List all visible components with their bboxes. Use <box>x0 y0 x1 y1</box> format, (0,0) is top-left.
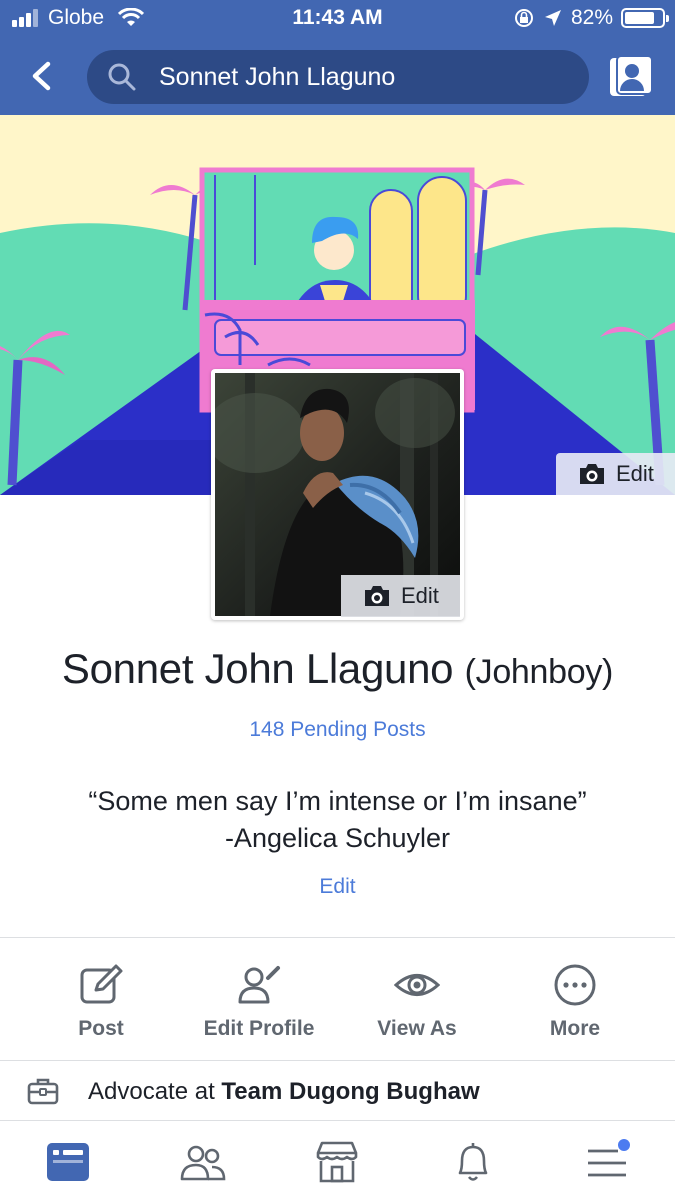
eye-icon <box>394 974 440 996</box>
bio: “Some men say I’m intense or I’m insane”… <box>0 783 675 857</box>
camera-icon <box>365 586 389 606</box>
post-label: Post <box>78 1017 124 1040</box>
search-input[interactable]: Sonnet John Llaguno <box>87 50 589 104</box>
more-button[interactable]: More <box>495 955 655 1041</box>
edit-user-icon <box>238 966 280 1004</box>
edit-profile-picture-button[interactable]: Edit <box>341 575 460 617</box>
compose-icon <box>80 964 123 1004</box>
back-arrow-icon[interactable] <box>22 56 62 96</box>
profile-picture[interactable]: Edit <box>211 369 464 620</box>
bio-line-2: -Angelica Schuyler <box>224 823 451 853</box>
post-button[interactable]: Post <box>21 955 181 1041</box>
more-label: More <box>549 1017 601 1040</box>
work-prefix: Advocate at <box>88 1078 222 1105</box>
news-feed-icon[interactable] <box>43 1137 93 1187</box>
top-bar: Globe 11:43 AM 82% Sonnet John Llaguno <box>0 0 675 115</box>
edit-bio-link[interactable]: Edit <box>0 875 675 899</box>
bio-line-1: “Some men say I’m intense or I’m insane” <box>88 786 587 816</box>
camera-icon <box>580 464 604 484</box>
rotation-lock-icon <box>514 9 533 27</box>
divider <box>0 1060 675 1061</box>
edit-profile-button[interactable]: Edit Profile <box>179 955 339 1041</box>
edit-cover-button[interactable]: Edit <box>556 453 675 495</box>
bell-icon[interactable] <box>448 1137 498 1187</box>
nickname: (Johnboy) <box>464 653 614 691</box>
menu-notification-dot <box>618 1139 630 1151</box>
friends-icon[interactable] <box>178 1137 228 1187</box>
marketplace-icon[interactable] <box>312 1137 362 1187</box>
bottom-tab-bar <box>0 1120 675 1200</box>
edit-profile-picture-label: Edit <box>401 583 439 608</box>
menu-icon[interactable] <box>582 1137 632 1187</box>
view-as-button[interactable]: View As <box>337 955 497 1041</box>
briefcase-icon <box>27 1078 59 1105</box>
work-info[interactable]: Advocate at Team Dugong Bughaw <box>0 1073 675 1113</box>
edit-cover-label: Edit <box>616 461 654 486</box>
battery-percentage: 82% <box>570 6 613 29</box>
battery-icon <box>621 8 669 28</box>
search-query: Sonnet John Llaguno <box>159 62 396 91</box>
view-as-label: View As <box>377 1017 457 1040</box>
profile-name: Sonnet John Llaguno (Johnboy) <box>0 645 675 693</box>
divider <box>0 937 675 938</box>
location-arrow-icon <box>544 10 561 26</box>
status-bar: Globe 11:43 AM 82% <box>0 0 675 38</box>
work-org: Team Dugong Bughaw <box>221 1078 480 1105</box>
profile-card-icon[interactable] <box>608 54 654 100</box>
search-icon <box>108 63 136 91</box>
edit-profile-label: Edit Profile <box>203 1017 315 1040</box>
pending-posts-link[interactable]: 148 Pending Posts <box>0 718 675 742</box>
profile-actions: Post Edit Profile View As More <box>0 955 675 1045</box>
more-icon <box>554 964 596 1006</box>
full-name: Sonnet John Llaguno <box>61 645 454 692</box>
